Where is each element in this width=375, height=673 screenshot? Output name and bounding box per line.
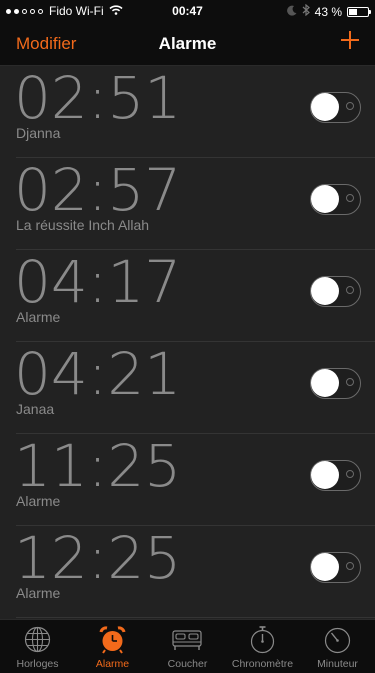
alarm-toggle[interactable] <box>310 276 361 307</box>
tab-label: Coucher <box>167 658 208 670</box>
tab-alarme[interactable]: Alarme <box>75 620 150 673</box>
toggle-knob <box>311 461 339 489</box>
status-bar: Fido Wi-Fi 00:47 43 % <box>0 0 375 22</box>
battery-fill <box>349 8 357 15</box>
toggle-off-icon <box>346 562 354 570</box>
alarm-row[interactable]: 02:51 Djanna <box>0 66 375 158</box>
moon-icon <box>286 5 297 19</box>
tab-chronometre[interactable]: Chronomètre <box>225 620 300 673</box>
bluetooth-icon <box>302 3 310 19</box>
alarm-row[interactable]: 02:57 La réussite Inch Allah <box>0 158 375 250</box>
alarm-label: Alarme <box>16 309 61 325</box>
alarm-row[interactable]: 12:25 Alarme <box>0 526 375 618</box>
page-title: Alarme <box>158 34 217 53</box>
alarm-label: Djanna <box>16 125 61 141</box>
alarm-toggle[interactable] <box>310 92 361 123</box>
navigation-bar: Modifier Alarme <box>0 22 375 66</box>
alarm-row[interactable]: 04:17 Alarme <box>0 250 375 342</box>
alarm-toggle[interactable] <box>310 460 361 491</box>
globe-icon <box>24 626 51 653</box>
tab-label: Alarme <box>95 658 130 670</box>
toggle-off-icon <box>346 378 354 386</box>
toggle-knob <box>311 185 339 213</box>
alarm-toggle[interactable] <box>310 552 361 583</box>
alarm-label: Janaa <box>16 401 55 417</box>
alarm-toggle[interactable] <box>310 184 361 215</box>
battery-icon <box>347 6 371 17</box>
alarm-time: 11:25 <box>14 432 182 500</box>
plus-icon <box>341 31 359 49</box>
alarm-label: La réussite Inch Allah <box>16 217 150 233</box>
status-right: 43 % <box>286 3 371 19</box>
alarm-time: 04:21 <box>14 340 182 408</box>
alarm-clock-icon <box>99 626 126 654</box>
toggle-knob <box>311 553 339 581</box>
bed-icon <box>172 630 202 650</box>
divider <box>16 617 375 618</box>
alarm-time: 12:25 <box>14 524 182 592</box>
add-alarm-button[interactable] <box>339 28 361 56</box>
tab-coucher[interactable]: Coucher <box>150 620 225 673</box>
alarm-toggle[interactable] <box>310 368 361 399</box>
toggle-off-icon <box>346 470 354 478</box>
alarm-row[interactable]: 04:21 Janaa <box>0 342 375 434</box>
alarm-time: 04:17 <box>14 248 182 316</box>
tab-label: Horloges <box>16 658 59 670</box>
toggle-off-icon <box>346 286 354 294</box>
alarm-time: 02:57 <box>14 156 182 224</box>
alarm-row[interactable]: 11:25 Alarme <box>0 434 375 526</box>
toggle-knob <box>311 93 339 121</box>
alarm-list: 02:51 Djanna 02:57 La réussite Inch Alla… <box>0 66 375 619</box>
tab-label: Chronomètre <box>231 658 294 670</box>
tab-horloges[interactable]: Horloges <box>0 620 75 673</box>
battery-percent: 43 % <box>314 4 342 19</box>
alarm-label: Alarme <box>16 585 61 601</box>
timer-icon <box>324 627 351 654</box>
battery-tip <box>369 9 371 14</box>
toggle-off-icon <box>346 194 354 202</box>
tab-bar: Horloges Alarme Coucher Chronomètre Minu… <box>0 619 375 673</box>
alarm-label: Alarme <box>16 493 61 509</box>
toggle-knob <box>311 277 339 305</box>
alarm-time: 02:51 <box>14 64 182 132</box>
toggle-off-icon <box>346 102 354 110</box>
toggle-knob <box>311 369 339 397</box>
tab-label: Minuteur <box>317 658 358 670</box>
stopwatch-icon <box>250 626 275 654</box>
tab-minuteur[interactable]: Minuteur <box>300 620 375 673</box>
